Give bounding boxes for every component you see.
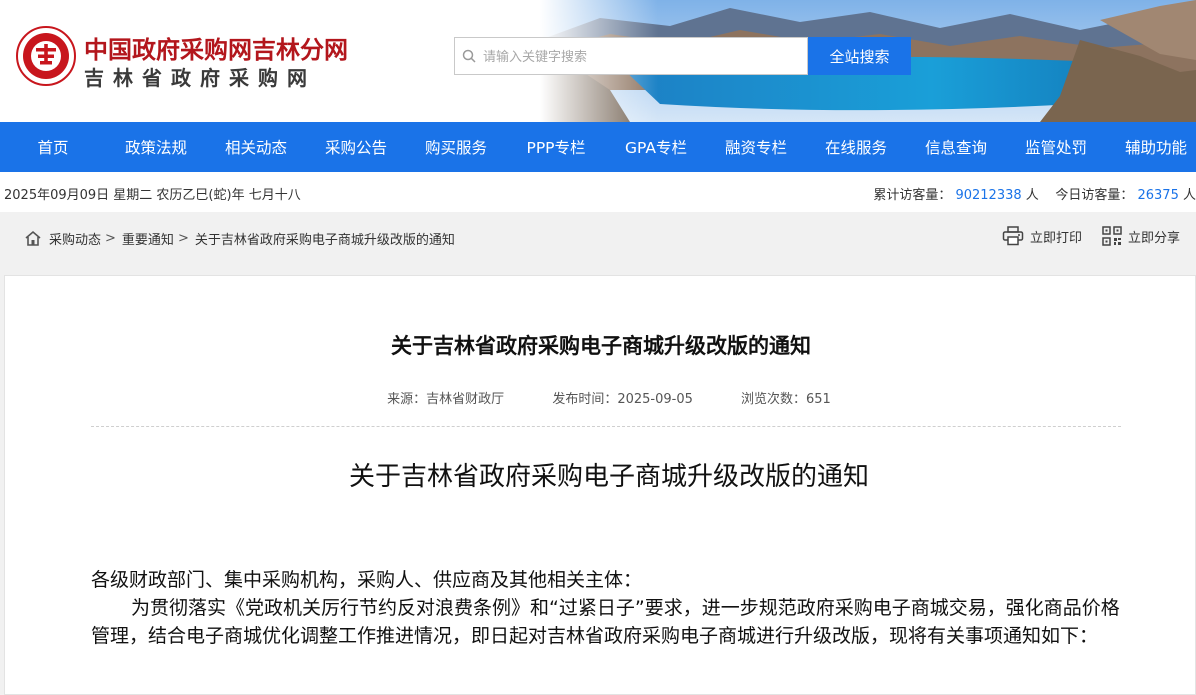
site-search-button[interactable]: 全站搜索	[808, 37, 911, 75]
nav-item-accessibility[interactable]: 辅助功能	[1106, 122, 1196, 172]
printer-icon	[1002, 226, 1024, 246]
breadcrumb: 采购动态 > 重要通知 > 关于吉林省政府采购电子商城升级改版的通知	[24, 229, 455, 248]
breadcrumb-separator: >	[105, 231, 116, 246]
nav-item-purchase-services[interactable]: 购买服务	[406, 122, 506, 172]
print-label: 立即打印	[1029, 230, 1082, 246]
site-subtitle: 吉林省政府采购网	[84, 66, 316, 90]
nav-item-announcements[interactable]: 采购公告	[306, 122, 406, 172]
nav-item-news[interactable]: 相关动态	[206, 122, 306, 172]
article-meta: 来源：吉林省财政厅 发布时间：2025-09-05 浏览次数：651	[5, 388, 1196, 407]
breadcrumb-link-procurement-news[interactable]: 采购动态	[49, 229, 101, 248]
article-publish-time: 发布时间：2025-09-05	[552, 392, 693, 407]
site-title[interactable]: 中国政府采购网吉林分网	[84, 30, 348, 65]
nav-item-supervision[interactable]: 监管处罚	[1006, 122, 1106, 172]
print-button[interactable]: 立即打印	[1002, 226, 1082, 246]
nav-item-gpa[interactable]: GPA专栏	[606, 122, 706, 172]
article-tools: 立即打印 立即分享	[982, 226, 1180, 246]
site-emblem-icon[interactable]	[16, 26, 76, 86]
total-visits-unit: 人	[1025, 188, 1039, 203]
total-visits-label: 累计访客量：	[873, 188, 952, 203]
qrcode-icon	[1102, 226, 1122, 246]
share-label: 立即分享	[1127, 230, 1180, 246]
breadcrumb-current: 关于吉林省政府采购电子商城升级改版的通知	[194, 233, 455, 248]
breadcrumb-bar: 采购动态 > 重要通知 > 关于吉林省政府采购电子商城升级改版的通知 立即打印	[0, 212, 1196, 263]
home-icon[interactable]	[24, 230, 42, 247]
today-visits-label: 今日访客量：	[1055, 188, 1134, 203]
nav-item-financing[interactable]: 融资专栏	[706, 122, 806, 172]
article-views: 浏览次数：651	[741, 392, 831, 407]
breadcrumb-separator: >	[177, 231, 189, 246]
meta-divider	[91, 426, 1121, 427]
nav-item-home[interactable]: 首页	[0, 122, 106, 172]
nav-item-policy[interactable]: 政策法规	[106, 122, 206, 172]
article-source: 来源：吉林省财政厅	[387, 392, 505, 407]
current-date: 2025年09月09日 星期二 农历乙巳(蛇)年 七月十八	[4, 188, 301, 203]
main-nav: 首页 政策法规 相关动态 采购公告 购买服务 PPP专栏 GPA专栏 融资专栏 …	[0, 122, 1196, 172]
total-visits-value: 90212338	[955, 188, 1022, 203]
nav-item-info-query[interactable]: 信息查询	[906, 122, 1006, 172]
article-salutation: 各级财政部门、集中采购机构，采购人、供应商及其他相关主体：	[91, 569, 643, 591]
site-header: 中国政府采购网吉林分网 吉林省政府采购网 请输入关键字搜索 全站搜索	[0, 0, 1196, 122]
search-box	[454, 37, 808, 75]
search-icon	[455, 38, 483, 74]
visitor-stats: 累计访客量： 90212338 人 今日访客量： 26375 人	[873, 184, 1196, 203]
nav-item-ppp[interactable]: PPP专栏	[506, 122, 606, 172]
info-bar: 2025年09月09日 星期二 农历乙巳(蛇)年 七月十八 累计访客量： 902…	[0, 172, 1196, 212]
article-panel: 关于吉林省政府采购电子商城升级改版的通知 来源：吉林省财政厅 发布时间：2025…	[4, 275, 1196, 695]
article-title: 关于吉林省政府采购电子商城升级改版的通知	[391, 334, 811, 358]
breadcrumb-link-important-notices[interactable]: 重要通知	[122, 229, 174, 248]
search-input[interactable]	[483, 39, 801, 73]
share-button[interactable]: 立即分享	[1102, 226, 1180, 246]
article-paragraph: 为贯彻落实《党政机关厉行节约反对浪费条例》和“过紧日子”要求，进一步规范政府采购…	[91, 597, 1120, 647]
article-body: 各级财政部门、集中采购机构，采购人、供应商及其他相关主体： 为贯彻落实《党政机关…	[91, 566, 1121, 650]
today-visits-value: 26375	[1137, 188, 1179, 203]
article-inner-title: 关于吉林省政府采购电子商城升级改版的通知	[348, 462, 869, 492]
today-visits-unit: 人	[1182, 188, 1196, 203]
nav-item-online-services[interactable]: 在线服务	[806, 122, 906, 172]
